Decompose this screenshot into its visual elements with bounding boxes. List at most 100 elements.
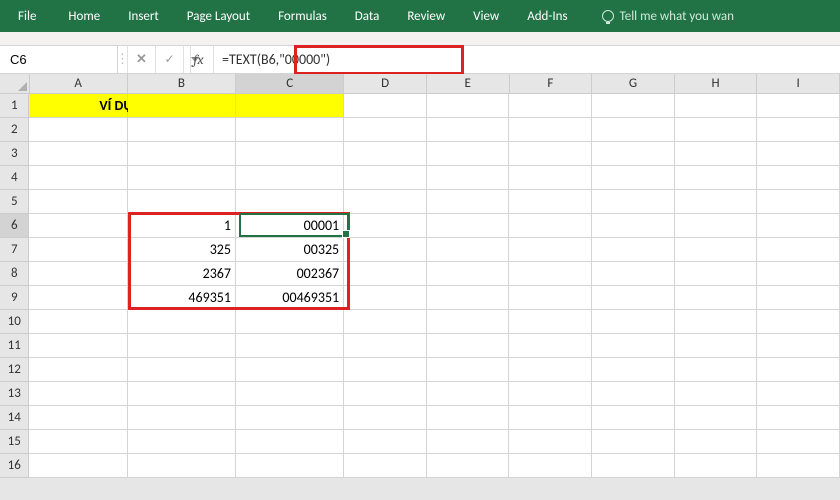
cell-H13[interactable] [675, 382, 758, 406]
cell-C16[interactable] [236, 454, 344, 478]
cell-B16[interactable] [128, 454, 236, 478]
cell-E11[interactable] [427, 334, 510, 358]
cell-E7[interactable] [427, 238, 510, 262]
cell-C14[interactable] [236, 406, 344, 430]
cell-A8[interactable] [29, 262, 127, 286]
column-header-c[interactable]: C [236, 74, 344, 94]
cell-B13[interactable] [128, 382, 236, 406]
cell-C9[interactable]: 00469351 [236, 286, 344, 310]
cell-C4[interactable] [236, 166, 344, 190]
cell-A3[interactable] [29, 142, 127, 166]
cell-I15[interactable] [757, 430, 840, 454]
cell-B7[interactable]: 325 [128, 238, 236, 262]
column-header-f[interactable]: F [510, 74, 593, 94]
cell-E5[interactable] [427, 190, 510, 214]
cell-A6[interactable] [29, 214, 127, 238]
cell-H8[interactable] [675, 262, 758, 286]
tab-data[interactable]: Data [341, 0, 394, 32]
cell-C12[interactable] [236, 358, 344, 382]
cell-E4[interactable] [427, 166, 510, 190]
cell-G9[interactable] [592, 286, 675, 310]
cell-I5[interactable] [757, 190, 840, 214]
cell-I14[interactable] [757, 406, 840, 430]
cell-A7[interactable] [29, 238, 127, 262]
cell-D8[interactable] [344, 262, 427, 286]
cell-I9[interactable] [757, 286, 840, 310]
cell-G6[interactable] [592, 214, 675, 238]
cell-F7[interactable] [509, 238, 592, 262]
file-tab[interactable]: File [0, 0, 54, 32]
cell-I10[interactable] [757, 310, 840, 334]
row-header-8[interactable]: 8 [0, 262, 29, 286]
cell-C5[interactable] [236, 190, 344, 214]
cell-C13[interactable] [236, 382, 344, 406]
cell-E15[interactable] [427, 430, 510, 454]
cell-I1[interactable] [757, 94, 840, 118]
cell-D14[interactable] [344, 406, 427, 430]
cell-E8[interactable] [427, 262, 510, 286]
cell-F15[interactable] [509, 430, 592, 454]
cell-A4[interactable] [29, 166, 127, 190]
spreadsheet-grid[interactable]: ABCDEFGHI1VÍ DỤ HÀM TEXT TRONG EXCEL2345… [0, 74, 840, 478]
cell-G7[interactable] [592, 238, 675, 262]
tab-home[interactable]: Home [54, 0, 114, 32]
cell-A11[interactable] [29, 334, 127, 358]
formula-input[interactable] [214, 46, 840, 73]
tab-review[interactable]: Review [393, 0, 459, 32]
cell-B10[interactable] [128, 310, 236, 334]
cell-I13[interactable] [757, 382, 840, 406]
row-header-15[interactable]: 15 [0, 430, 29, 454]
cell-G13[interactable] [592, 382, 675, 406]
tab-insert[interactable]: Insert [114, 0, 173, 32]
cell-I8[interactable] [757, 262, 840, 286]
cell-C10[interactable] [236, 310, 344, 334]
cell-B9[interactable]: 469351 [128, 286, 236, 310]
cell-G3[interactable] [592, 142, 675, 166]
cell-B11[interactable] [128, 334, 236, 358]
cell-I7[interactable] [757, 238, 840, 262]
row-header-6[interactable]: 6 [0, 214, 29, 238]
cell-G10[interactable] [592, 310, 675, 334]
cell-I11[interactable] [757, 334, 840, 358]
cell-F11[interactable] [509, 334, 592, 358]
cell-A12[interactable] [29, 358, 127, 382]
row-header-10[interactable]: 10 [0, 310, 29, 334]
cell-D7[interactable] [344, 238, 427, 262]
cell-E13[interactable] [427, 382, 510, 406]
cell-B4[interactable] [128, 166, 236, 190]
cell-F16[interactable] [509, 454, 592, 478]
cell-H9[interactable] [675, 286, 758, 310]
cell-G2[interactable] [592, 118, 675, 142]
cell-F1[interactable] [509, 94, 592, 118]
column-header-h[interactable]: H [675, 74, 758, 94]
cell-B5[interactable] [128, 190, 236, 214]
cell-I12[interactable] [757, 358, 840, 382]
cell-B2[interactable] [128, 118, 236, 142]
cell-B15[interactable] [128, 430, 236, 454]
cell-F2[interactable] [509, 118, 592, 142]
row-header-7[interactable]: 7 [0, 238, 29, 262]
cell-H10[interactable] [675, 310, 758, 334]
cancel-button[interactable]: ✕ [128, 46, 156, 73]
cell-G15[interactable] [592, 430, 675, 454]
cell-A2[interactable] [29, 118, 127, 142]
cell-G16[interactable] [592, 454, 675, 478]
cell-D13[interactable] [344, 382, 427, 406]
cell-F14[interactable] [509, 406, 592, 430]
cell-D5[interactable] [344, 190, 427, 214]
row-header-4[interactable]: 4 [0, 166, 29, 190]
cell-F3[interactable] [509, 142, 592, 166]
cell-C1[interactable] [236, 94, 344, 118]
cell-C8[interactable]: 002367 [236, 262, 344, 286]
cell-I2[interactable] [757, 118, 840, 142]
cell-F9[interactable] [509, 286, 592, 310]
cell-B6[interactable]: 1 [128, 214, 236, 238]
cell-A16[interactable] [29, 454, 127, 478]
cell-D16[interactable] [344, 454, 427, 478]
cell-H14[interactable] [675, 406, 758, 430]
cell-E2[interactable] [427, 118, 510, 142]
cell-D15[interactable] [344, 430, 427, 454]
cell-D12[interactable] [344, 358, 427, 382]
fx-button[interactable]: fx [184, 46, 214, 73]
cell-G1[interactable] [592, 94, 675, 118]
